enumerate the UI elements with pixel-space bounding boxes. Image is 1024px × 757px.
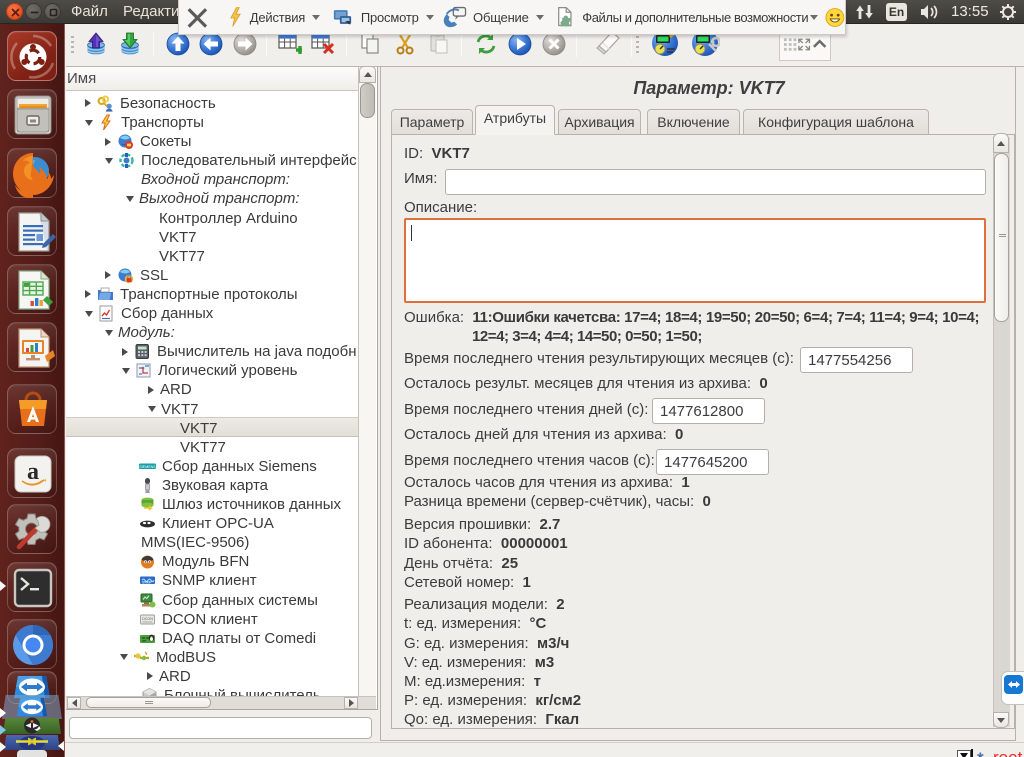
svg-text:a: a — [27, 459, 39, 485]
svg-text:SIEMENS: SIEMENS — [139, 465, 156, 469]
svg-text:DCON: DCON — [142, 617, 153, 621]
svg-text:SNMP: SNMP — [142, 581, 153, 585]
